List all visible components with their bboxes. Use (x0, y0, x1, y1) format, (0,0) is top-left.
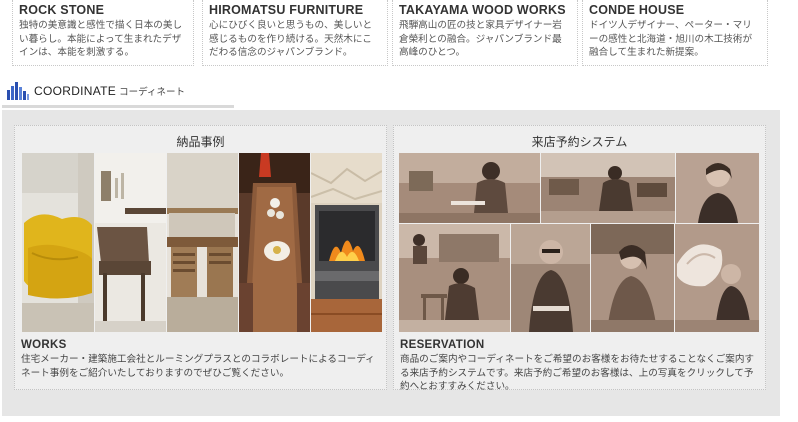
works-panel[interactable]: 納品事例 WORKS 住宅メーカー・建築施工会社とルーミングプラスとのコラボレー… (14, 125, 387, 390)
brand-desc: 独特の美意識と感性で描く日本の美しい暮らし。本能によって生まれたデザインは、本能… (19, 20, 183, 58)
reservation-heading: 来店予約システム (531, 135, 628, 149)
coordinate-heading: COORDINATE コーディネート (6, 80, 236, 102)
reservation-photo-staff-glasses[interactable] (511, 224, 590, 332)
brand-card-conde-house[interactable]: CONDE HOUSE ドイツ人デザイナー、ペーター・マリーの感性と北海道・旭川… (582, 0, 768, 66)
works-photo-long-table[interactable] (239, 153, 310, 332)
works-heading: 納品事例 (176, 135, 225, 149)
works-photo-yellow-sofa[interactable] (22, 153, 94, 332)
brand-name: ROCK STONE (19, 3, 105, 17)
works-photo-fireplace[interactable] (311, 153, 382, 332)
section-divider (2, 105, 234, 108)
reservation-description: 商品のご案内やコーディネートをご希望のお客様をお待たせすることなくご案内する来店… (400, 354, 755, 392)
works-photo-dining-chair[interactable] (95, 153, 166, 332)
brand-desc: ドイツ人デザイナー、ペーター・マリーの感性と北海道・旭川の木工技術が融合して生ま… (589, 20, 753, 58)
brand-name: CONDE HOUSE (589, 3, 685, 17)
brand-desc: 心にひびく良いと思うもの、美しいと感じるものを作り続ける。天然木にこだわる信念の… (209, 20, 373, 58)
works-description: 住宅メーカー・建築施工会社とルーミングプラスとのコラボレートによるコーディネート… (21, 354, 375, 379)
brand-name: TAKAYAMA WOOD WORKS (399, 3, 566, 17)
coordinate-subtitle: コーディネート (119, 87, 185, 98)
reservation-photo-chair-assembly[interactable] (399, 224, 510, 332)
reservation-photo-showroom[interactable] (541, 153, 675, 223)
brand-desc: 飛騨高山の匠の技と家具デザイナー岩倉榮利との融合。ジャパンブランド最高峰のひとつ… (399, 20, 562, 58)
reservation-photo-staff-laptop[interactable] (399, 153, 540, 223)
works-title: WORKS (21, 339, 67, 351)
brand-name: HIROMATSU FURNITURE (209, 3, 364, 17)
brand-card-rock-stone[interactable]: ROCK STONE 独特の美意識と感性で描く日本の美しい暮らし。本能によって生… (12, 0, 194, 66)
brand-card-takayama[interactable]: TAKAYAMA WOOD WORKS 飛騨高山の匠の技と家具デザイナー岩倉榮利… (392, 0, 578, 66)
works-photo-dining-table[interactable] (167, 153, 238, 332)
coordinate-title: COORDINATE コーディネート (34, 84, 185, 98)
skyline-icon (7, 82, 29, 100)
brand-strip: ROCK STONE 独特の美意識と感性で描く日本の美しい暮らし。本能によって生… (0, 0, 798, 70)
brand-card-hiromatsu[interactable]: HIROMATSU FURNITURE 心にひびく良いと思うもの、美しいと感じる… (202, 0, 388, 66)
reservation-photo-staff-portrait[interactable] (676, 153, 759, 223)
reservation-photo-staff-smile[interactable] (591, 224, 674, 332)
reservation-title: RESERVATION (400, 339, 485, 351)
reservation-panel[interactable]: 来店予約システム RESERVATION 商品のご案内やコーディネートをご希望の… (393, 125, 766, 392)
reservation-photo-staff-lamp[interactable] (675, 224, 759, 332)
